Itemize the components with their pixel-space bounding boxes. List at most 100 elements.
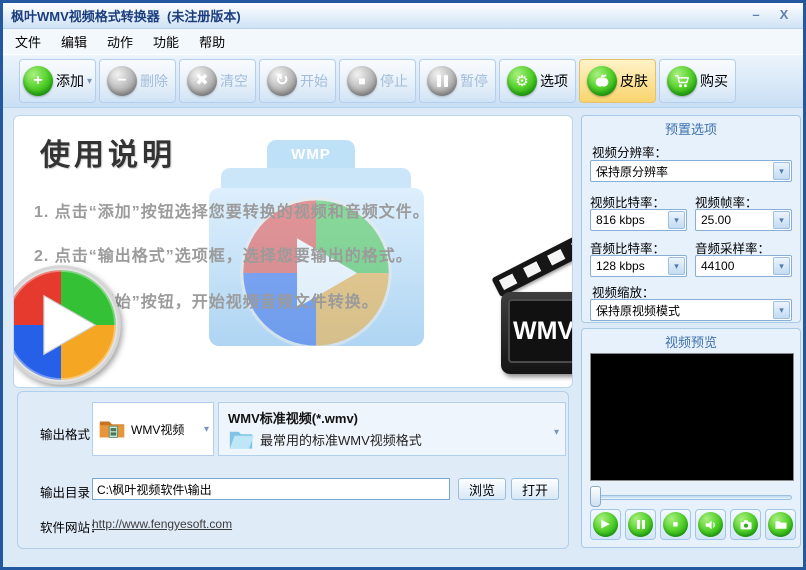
options-button[interactable]: ⚙ 选项 <box>499 59 576 103</box>
buy-button-label: 购买 <box>700 73 728 89</box>
preview-panel-title: 视频预览 <box>664 335 717 350</box>
chevron-down-icon: ▾ <box>553 427 559 438</box>
presets-panel-title: 预置选项 <box>664 122 717 137</box>
start-icon: ↻ <box>267 66 297 96</box>
site-link[interactable]: http://www.fengyesoft.com <box>92 517 232 531</box>
presets-panel: 预置选项 视频分辨率： 保持原分辨率 ▾ 视频比特率： 视频帧率： 816 kb… <box>581 115 801 323</box>
close-button[interactable]: X <box>773 7 795 25</box>
app-window: 枫叶WMV视频格式转换器 (未注册版本) – X 文件 编辑 动作 功能 帮助 … <box>0 0 806 570</box>
menu-help[interactable]: 帮助 <box>189 29 235 54</box>
plus-icon: + <box>22 66 53 96</box>
menu-function[interactable]: 功能 <box>143 29 189 54</box>
video-resolution-value: 保持原分辨率 <box>596 164 669 179</box>
audio-bitrate-value: 128 kbps <box>596 259 645 273</box>
minimize-button[interactable]: – <box>745 7 767 25</box>
title-bar: 枫叶WMV视频格式转换器 (未注册版本) – X <box>3 3 803 29</box>
video-framerate-value: 25.00 <box>701 213 732 227</box>
apple-icon <box>587 66 617 96</box>
audio-samplerate-value: 44100 <box>701 259 735 273</box>
clear-button[interactable]: ✖ 清空 <box>179 59 256 103</box>
stop-button-label: 停止 <box>380 73 408 89</box>
pause-icon <box>628 512 653 537</box>
stop-icon: ■ <box>347 66 377 96</box>
pause-button[interactable]: 暂停 <box>419 59 496 103</box>
cart-icon <box>667 66 697 96</box>
format-preset-desc: 最常用的标准WMV视频格式 <box>260 432 422 448</box>
seek-slider-thumb[interactable] <box>590 486 601 507</box>
chevron-down-icon: ▾ <box>773 162 790 180</box>
clear-button-label: 清空 <box>220 73 248 89</box>
preview-open-folder-button[interactable] <box>765 509 796 540</box>
menu-bar: 文件 编辑 动作 功能 帮助 <box>3 29 803 54</box>
clear-icon: ✖ <box>187 66 217 96</box>
format-category-select[interactable]: WMV视频 ▾ <box>92 402 214 456</box>
video-bitrate-select[interactable]: 816 kbps ▾ <box>590 209 687 231</box>
chevron-down-icon: ▾ <box>773 257 790 275</box>
video-scale-select[interactable]: 保持原视频模式 ▾ <box>590 299 792 321</box>
play-icon: ▶ <box>593 512 618 537</box>
add-button-label: 添加 <box>55 73 84 89</box>
preview-volume-button[interactable] <box>695 509 726 540</box>
format-preset-select[interactable]: WMV标准视频(*.wmv) 最常用的标准WMV视频格式 ▾ <box>218 402 566 456</box>
stop-button[interactable]: ■ 停止 <box>339 59 416 103</box>
delete-button-label: 删除 <box>140 73 168 89</box>
tools-icon: ⚙ <box>507 66 537 96</box>
preview-snapshot-button[interactable] <box>730 509 761 540</box>
folder-icon <box>768 512 793 537</box>
camera-icon <box>733 512 758 537</box>
pause-button-label: 暂停 <box>460 73 488 89</box>
video-scale-value: 保持原视频模式 <box>596 303 681 318</box>
seek-slider-track[interactable] <box>592 495 792 500</box>
orange-folder-icon <box>99 421 125 438</box>
video-framerate-select[interactable]: 25.00 ▾ <box>695 209 792 231</box>
audio-bitrate-select[interactable]: 128 kbps ▾ <box>590 255 687 277</box>
menu-action[interactable]: 动作 <box>97 29 143 54</box>
usage-panel: WMP 使用说明 1. 点击“添加”按钮选择您要转换的视频和音频文件。 2. 点… <box>13 115 573 388</box>
preview-panel: 视频预览 ▶ ■ <box>581 328 801 548</box>
browse-button[interactable]: 浏览 <box>458 478 506 500</box>
output-panel: 输出格式： WMV视频 ▾ WMV标准视频(*.wmv) 最常用的标准WMV视频… <box>17 391 569 549</box>
options-button-label: 选项 <box>540 73 568 89</box>
output-dir-input[interactable] <box>92 478 450 500</box>
film-strip-graphic <box>491 227 572 298</box>
instruction-step-2: 2. 点击“输出格式”选项框，选择您要输出的格式。 <box>34 248 413 265</box>
toolbar: + 添加 ▾ − 删除 ✖ 清空 ↻ 开始 ■ 停止 暂停 ⚙ 选项 皮肤 购买 <box>3 54 803 108</box>
open-button[interactable]: 打开 <box>511 478 559 500</box>
minus-icon: − <box>107 66 137 96</box>
usage-title: 使用说明 <box>40 139 176 172</box>
video-resolution-label: 视频分辨率： <box>592 146 668 160</box>
pause-icon <box>427 66 457 96</box>
start-button-label: 开始 <box>300 73 328 89</box>
chevron-down-icon: ▾ <box>203 423 209 435</box>
video-bitrate-value: 816 kbps <box>596 213 645 227</box>
skin-button[interactable]: 皮肤 <box>579 59 656 103</box>
delete-button[interactable]: − 删除 <box>99 59 176 103</box>
video-preview-screen <box>590 353 794 481</box>
speaker-icon <box>698 512 723 537</box>
preview-stop-button[interactable]: ■ <box>660 509 691 540</box>
preview-play-button[interactable]: ▶ <box>590 509 621 540</box>
wmp-player-logo <box>14 265 121 385</box>
chevron-down-icon: ▾ <box>668 211 685 229</box>
menu-file[interactable]: 文件 <box>5 29 51 54</box>
preview-pause-button[interactable] <box>625 509 656 540</box>
start-button[interactable]: ↻ 开始 <box>259 59 336 103</box>
buy-button[interactable]: 购买 <box>659 59 736 103</box>
audio-samplerate-select[interactable]: 44100 ▾ <box>695 255 792 277</box>
chevron-down-icon: ▾ <box>668 257 685 275</box>
menu-edit[interactable]: 编辑 <box>51 29 97 54</box>
instruction-step-1: 1. 点击“添加”按钮选择您要转换的视频和音频文件。 <box>34 204 430 221</box>
wmv-screen-graphic: WMV <box>501 292 572 374</box>
window-title: 枫叶WMV视频格式转换器 (未注册版本) <box>11 9 241 24</box>
add-button[interactable]: + 添加 ▾ <box>19 59 96 103</box>
stop-icon: ■ <box>663 512 688 537</box>
skin-button-label: 皮肤 <box>620 73 648 89</box>
chevron-down-icon: ▾ <box>773 301 790 319</box>
video-resolution-select[interactable]: 保持原分辨率 ▾ <box>590 160 792 182</box>
format-preset-name: WMV标准视频(*.wmv) <box>228 411 359 426</box>
chevron-down-icon: ▾ <box>773 211 790 229</box>
wmv-screen-label: WMV <box>508 299 572 363</box>
blue-folder-icon <box>229 431 254 449</box>
format-category-value: WMV视频 <box>131 422 185 437</box>
chevron-down-icon: ▾ <box>86 75 93 87</box>
